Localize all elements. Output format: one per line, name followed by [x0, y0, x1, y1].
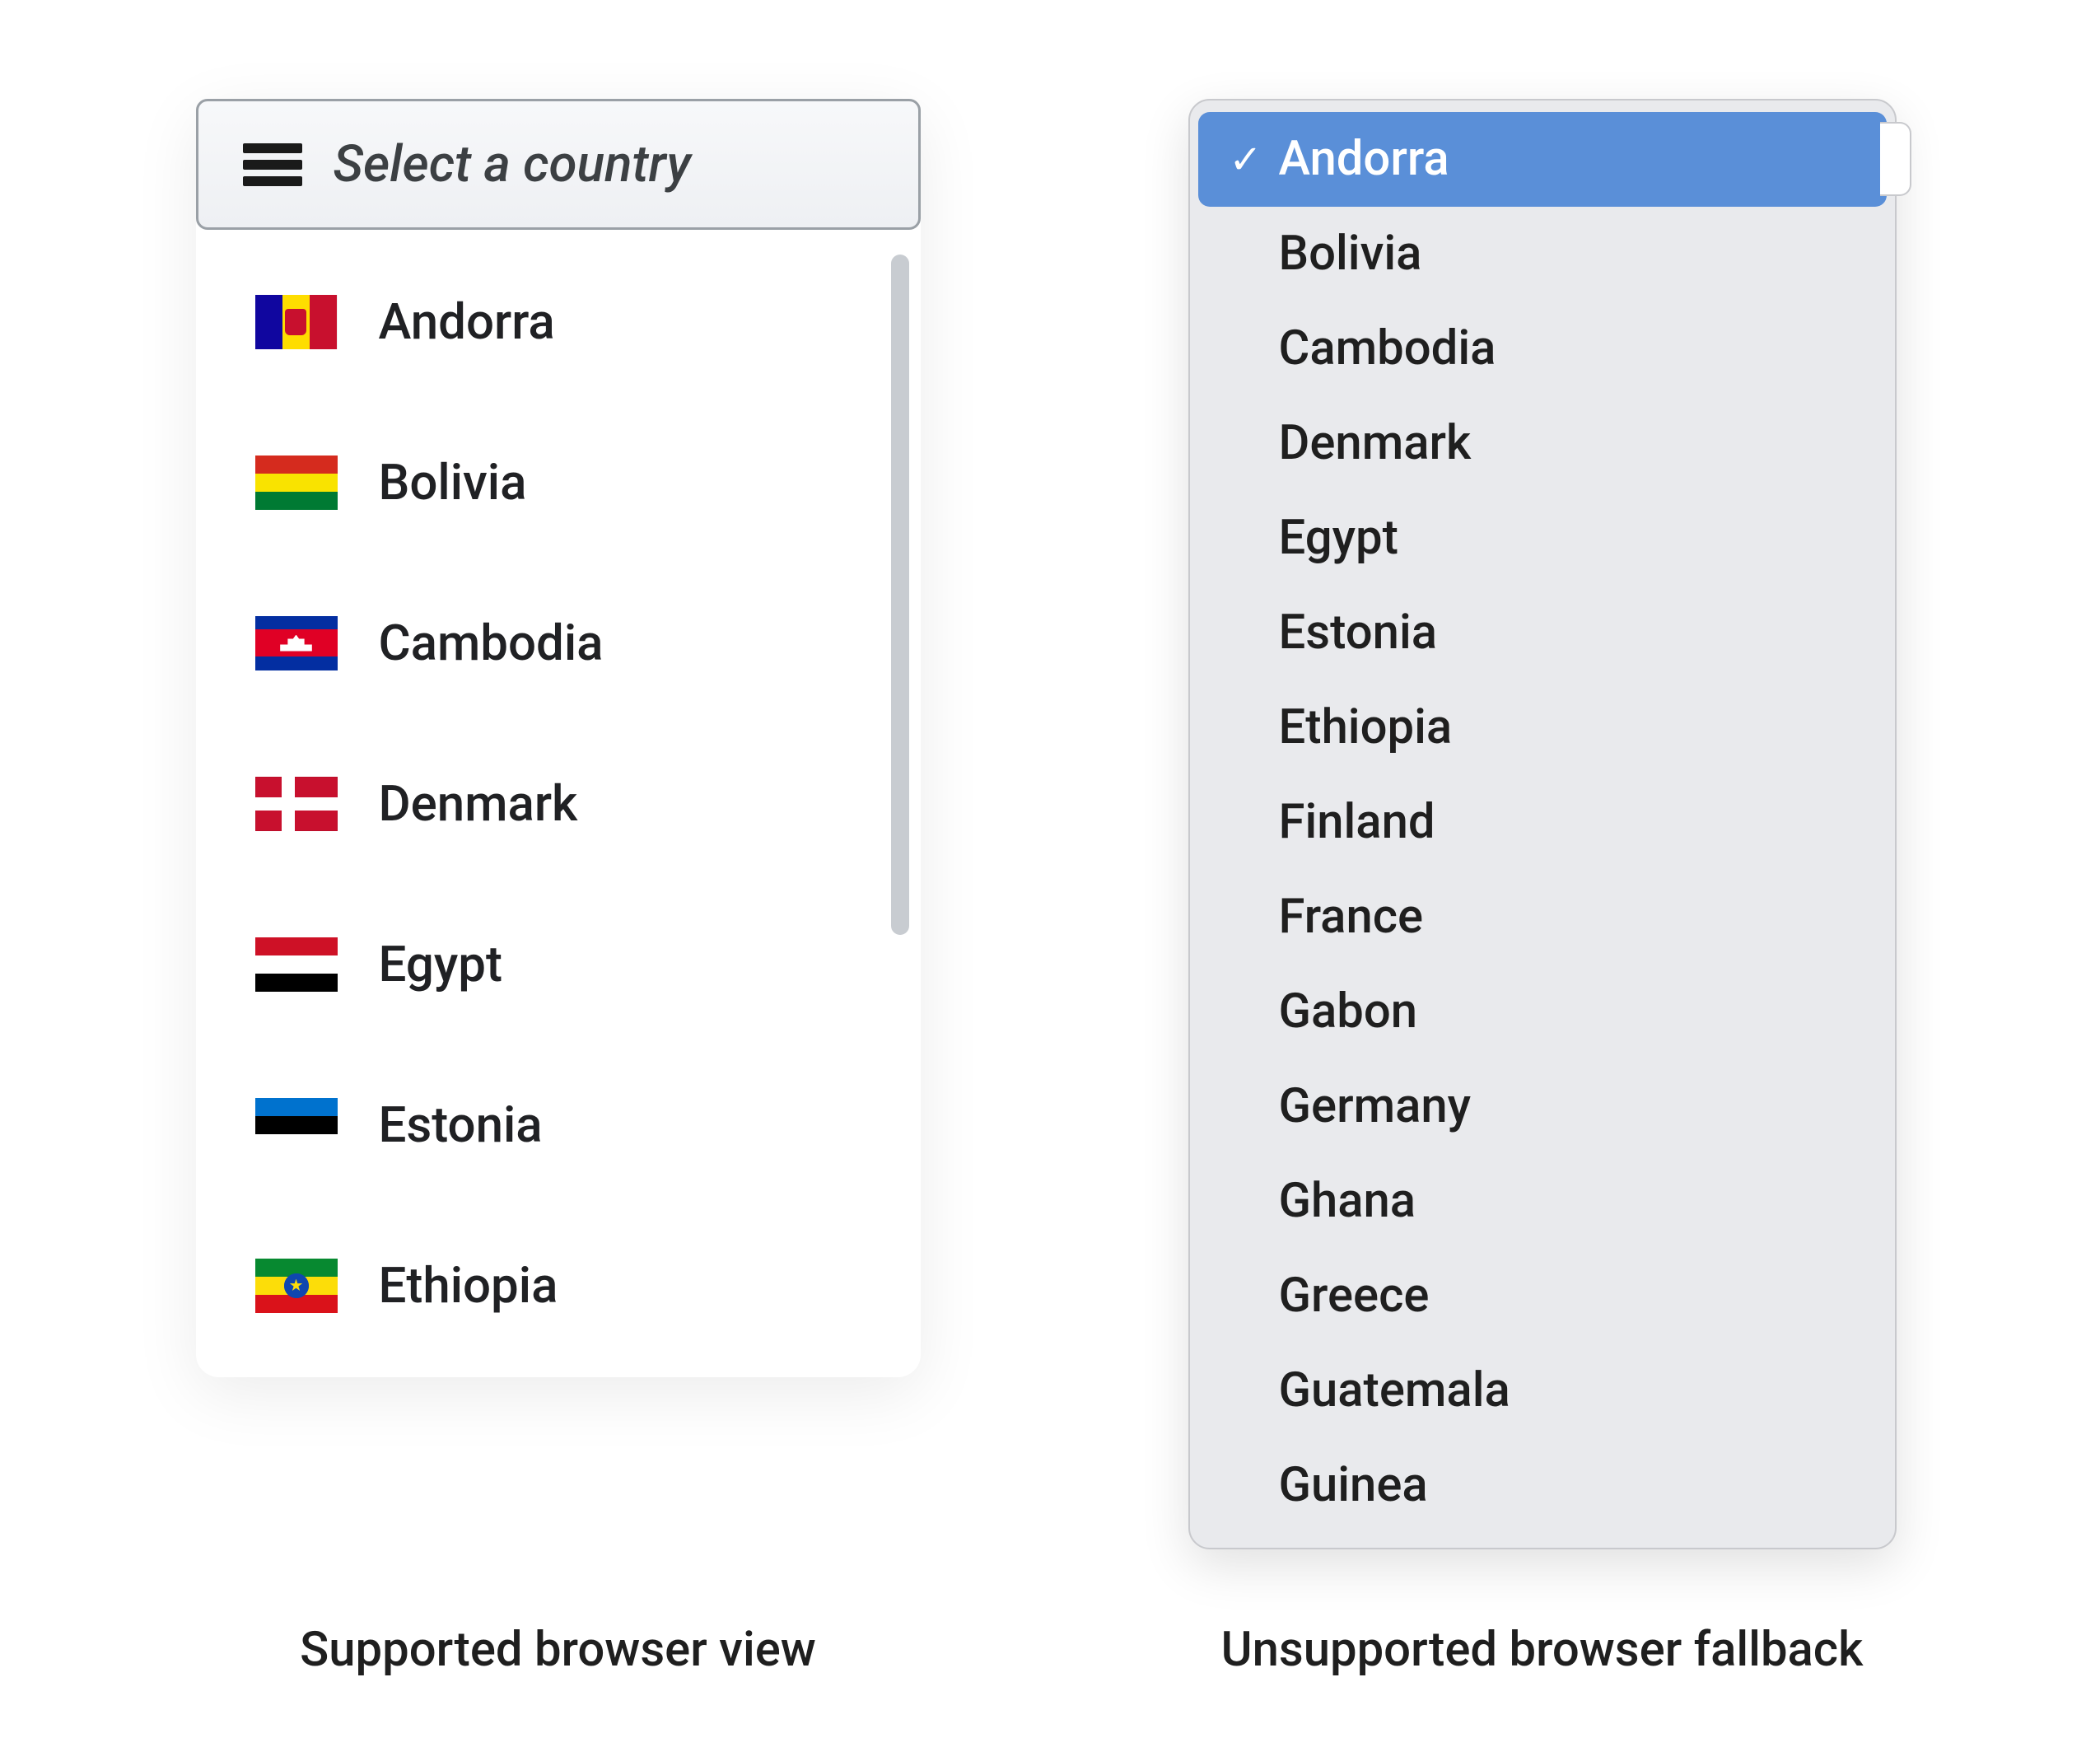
native-option-label: Cambodia: [1279, 313, 1862, 385]
native-select-button-edge[interactable]: [1880, 122, 1911, 196]
select-listbox: Andorra Bolivia Cambodia Denmark Egypt Estoni…: [196, 230, 921, 1377]
custom-select: Select a country Andorra Bolivia Cambodia D…: [196, 99, 921, 1377]
unsupported-browser-column: ✓Andorra✓Bolivia✓Cambodia✓Denmark✓Egypt✓…: [1099, 99, 1985, 1752]
option-label: Andorra: [379, 292, 555, 351]
native-option[interactable]: ✓Guinea: [1198, 1438, 1887, 1533]
flag-ee-icon: [255, 1098, 338, 1152]
native-option[interactable]: ✓Ethiopia: [1198, 680, 1887, 775]
native-option[interactable]: ✓Denmark: [1198, 396, 1887, 491]
supported-browser-column: Select a country Andorra Bolivia Cambodia D…: [115, 99, 1001, 1752]
native-option[interactable]: ✓Germany: [1198, 1059, 1887, 1154]
select-trigger-button[interactable]: Select a country: [196, 99, 921, 230]
flag-bo-icon: [255, 456, 338, 510]
option-kh[interactable]: Cambodia: [196, 563, 883, 723]
flag-dk-icon: [255, 777, 338, 831]
native-option-label: Germany: [1279, 1071, 1862, 1142]
native-option[interactable]: ✓Greece: [1198, 1249, 1887, 1343]
native-option[interactable]: ✓ Andorra: [1198, 112, 1887, 207]
flag-ad-icon: [255, 295, 338, 349]
hamburger-icon: [243, 143, 302, 186]
option-label: Cambodia: [379, 614, 604, 672]
scrollbar-thumb[interactable]: [891, 255, 909, 935]
option-label: Egypt: [379, 935, 502, 993]
option-label: Ethiopia: [379, 1256, 558, 1315]
native-option[interactable]: ✓Gabon: [1198, 965, 1887, 1059]
native-option-label: Denmark: [1279, 408, 1862, 479]
native-option[interactable]: ✓Ghana: [1198, 1154, 1887, 1249]
native-option[interactable]: ✓Egypt: [1198, 491, 1887, 586]
flag-et-icon: [255, 1259, 338, 1313]
scrollbar-track[interactable]: [891, 255, 909, 1353]
option-eg[interactable]: Egypt: [196, 884, 883, 1044]
option-dk[interactable]: Denmark: [196, 723, 883, 884]
native-option-label: Guatemala: [1279, 1355, 1862, 1427]
native-option-label: Andorra: [1279, 124, 1862, 195]
flag-kh-icon: [255, 616, 338, 670]
native-option-label: Egypt: [1279, 502, 1862, 574]
checkmark-icon: ✓: [1228, 130, 1264, 189]
option-label: Denmark: [379, 774, 578, 833]
native-option[interactable]: ✓Bolivia: [1198, 207, 1887, 301]
native-option-label: Bolivia: [1279, 218, 1862, 290]
native-option[interactable]: ✓Guatemala: [1198, 1343, 1887, 1438]
caption-supported: Supported browser view: [115, 1622, 1001, 1678]
native-option-label: Gabon: [1279, 976, 1862, 1048]
native-option-label: Ethiopia: [1279, 692, 1862, 764]
native-select-menu: ✓Andorra✓Bolivia✓Cambodia✓Denmark✓Egypt✓…: [1188, 99, 1897, 1549]
native-option[interactable]: ✓France: [1198, 870, 1887, 965]
select-placeholder: Select a country: [334, 134, 691, 194]
native-option-label: Estonia: [1279, 597, 1862, 669]
native-option-label: Finland: [1279, 787, 1862, 858]
native-option[interactable]: ✓Cambodia: [1198, 301, 1887, 396]
option-et[interactable]: Ethiopia: [196, 1205, 883, 1366]
caption-unsupported: Unsupported browser fallback: [1099, 1622, 1985, 1678]
option-label: Estonia: [379, 1096, 543, 1154]
option-bo[interactable]: Bolivia: [196, 402, 883, 563]
flag-eg-icon: [255, 937, 338, 992]
native-option-label: Guinea: [1279, 1450, 1862, 1521]
option-label: Bolivia: [379, 453, 527, 512]
native-option-label: Ghana: [1279, 1166, 1862, 1237]
native-option[interactable]: ✓Finland: [1198, 775, 1887, 870]
option-ee[interactable]: Estonia: [196, 1044, 883, 1205]
native-option-label: France: [1279, 881, 1862, 953]
native-option-label: Greece: [1279, 1260, 1862, 1332]
option-ad[interactable]: Andorra: [196, 241, 883, 402]
native-option[interactable]: ✓Estonia: [1198, 586, 1887, 680]
